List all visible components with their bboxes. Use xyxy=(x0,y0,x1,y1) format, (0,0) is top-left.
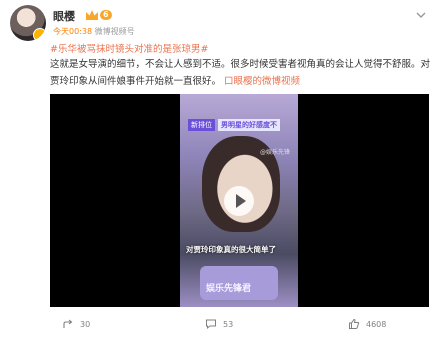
crown-icon xyxy=(86,10,98,20)
comment-icon xyxy=(206,319,216,330)
comment-button[interactable]: 53 xyxy=(205,318,233,330)
post-source: 微博视频号 xyxy=(94,27,135,36)
post-text: 这就是女导演的细节，不会让人感到不适。很多时候受害者视角真的会让人觉得不舒服。对… xyxy=(50,56,430,90)
video-link[interactable]: 口眼樱的微博视频 xyxy=(224,76,300,87)
verified-badge-icon xyxy=(33,28,46,41)
action-bar: 30 53 4608 xyxy=(0,318,440,336)
video-logo: 娱乐先锋君 xyxy=(200,266,278,300)
like-count: 4608 xyxy=(366,319,387,329)
chevron-down-icon[interactable] xyxy=(416,10,426,20)
share-count: 30 xyxy=(80,319,91,329)
share-button[interactable]: 30 xyxy=(62,318,90,330)
video-logo-text: 娱乐先锋君 xyxy=(206,284,252,294)
video-subtitle: 对贾玲印象真的很大简单了 xyxy=(186,245,276,254)
play-icon[interactable] xyxy=(224,186,254,216)
vip-badge: 6 xyxy=(86,10,112,20)
avatar[interactable] xyxy=(10,5,46,41)
like-button[interactable]: 4608 xyxy=(348,318,386,330)
vip-level: 6 xyxy=(100,10,112,20)
post-time: 今天00:38 xyxy=(53,27,93,36)
video-tag-right: 男明星的好感度不 xyxy=(218,119,280,131)
video-player[interactable]: 新排位 男明星的好感度不 @娱乐先锋 对贾玲印象真的很大简单了 娱乐先锋君 xyxy=(50,94,429,307)
video-tag-left: 新排位 xyxy=(188,119,215,131)
comment-count: 53 xyxy=(223,319,234,329)
thumbs-up-icon xyxy=(349,318,360,329)
hashtag-link[interactable]: #乐华被骂抹时镜头对准的是张琼男# xyxy=(50,41,208,55)
video-watermark: @娱乐先锋 xyxy=(260,149,291,156)
post-meta: 今天00:38 微博视频号 xyxy=(53,26,135,37)
username[interactable]: 眼樱 xyxy=(53,8,75,24)
share-icon xyxy=(63,319,73,328)
